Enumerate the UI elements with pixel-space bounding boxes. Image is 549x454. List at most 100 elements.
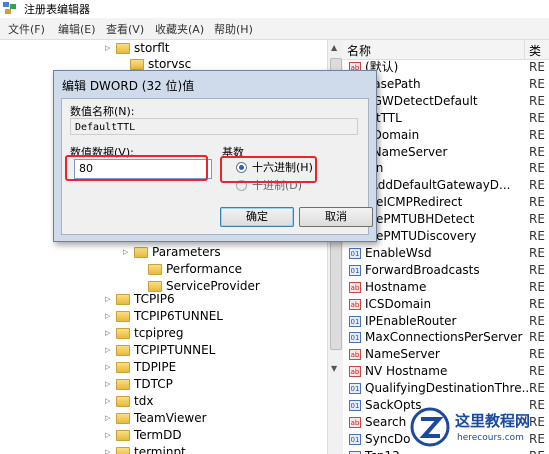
value-row[interactable]: 01tAddDefaultGatewayD...RE xyxy=(349,177,549,194)
expand-arrow-icon[interactable]: ▷ xyxy=(105,291,115,308)
value-row[interactable]: ab (默认) RE xyxy=(349,59,549,76)
value-name-field: DefaultTTL xyxy=(70,118,358,135)
binary-value-icon: 01 xyxy=(349,433,361,445)
value-row[interactable]: 01dGWDetectDefaultRE xyxy=(349,93,549,110)
value-row[interactable]: 01 ForwardBroadcasts RE xyxy=(349,262,549,279)
tree-item[interactable]: ▷ storflt xyxy=(105,40,170,57)
value-name: EnableWsd xyxy=(365,245,432,260)
value-name: IPEnableRouter xyxy=(365,313,457,328)
folder-icon xyxy=(116,379,130,390)
binary-value-icon: 01 xyxy=(349,332,361,344)
binary-value-icon: 01 xyxy=(349,315,361,327)
value-data-highlight-box xyxy=(65,155,208,181)
tree-item-label: TeamViewer xyxy=(134,411,207,425)
tree-item[interactable]: ▷ tdx xyxy=(105,393,153,410)
value-row[interactable]: ab NameServer RE xyxy=(349,346,549,363)
tree-item-label: storflt xyxy=(134,41,170,55)
expand-arrow-icon[interactable]: ▷ xyxy=(105,410,115,427)
string-value-icon: ab xyxy=(349,281,361,293)
watermark-text: 这里教程网 xyxy=(455,412,531,430)
value-row[interactable]: 01 MaxConnectionsPerServer RE xyxy=(349,329,549,346)
tree-item-label: TDTCP xyxy=(134,377,173,391)
menu-help[interactable]: 帮助(H) xyxy=(214,21,253,37)
value-row[interactable]: abpDomainRE xyxy=(349,127,549,144)
folder-icon xyxy=(116,311,130,322)
scroll-up-icon[interactable]: ▲ xyxy=(331,43,337,52)
string-value-icon: ab xyxy=(349,349,361,361)
tree-item-label: ServiceProvider xyxy=(166,279,260,293)
value-row[interactable]: 01blePMTUBHDetectRE xyxy=(349,211,549,228)
tree-item[interactable]: ▷ TDPIPE xyxy=(105,359,176,376)
binary-value-icon: 01 xyxy=(349,400,361,411)
tree-item-label: tcpipreg xyxy=(134,326,184,340)
value-row[interactable]: ab Hostname RE xyxy=(349,279,549,296)
expand-arrow-icon[interactable]: ▷ xyxy=(105,444,115,454)
tree-item[interactable]: Performance xyxy=(137,261,242,278)
tree-item[interactable]: ▷ Parameters xyxy=(123,244,221,261)
tree-item[interactable]: ▷ terminpt xyxy=(105,444,186,454)
scroll-down-icon[interactable]: ▼ xyxy=(331,364,337,373)
folder-icon xyxy=(116,345,130,356)
tree-item[interactable]: ▷ TDTCP xyxy=(105,376,173,393)
expand-arrow-icon[interactable]: ▷ xyxy=(105,359,115,376)
value-type: RE xyxy=(529,313,545,328)
tree-item-label: TDPIPE xyxy=(134,360,177,374)
value-row[interactable]: 01ultTTLRE xyxy=(349,110,549,127)
expand-arrow-icon[interactable]: ▷ xyxy=(105,342,115,359)
watermark: 这里教程网 herecours.com xyxy=(405,405,549,454)
value-row[interactable]: 01blePMTUDiscoveryRE xyxy=(349,228,549,245)
value-type: RE xyxy=(529,110,545,125)
binary-value-icon: 01 xyxy=(349,383,361,395)
tree-item[interactable]: ▷ TermDD xyxy=(105,427,182,444)
expand-arrow-icon[interactable]: ▷ xyxy=(105,427,115,444)
value-row[interactable]: ab NV Hostname RE xyxy=(349,363,549,380)
expand-arrow-icon[interactable]: ▷ xyxy=(105,376,115,393)
value-type: RE xyxy=(529,76,545,91)
ok-button[interactable]: 确定 xyxy=(220,207,294,227)
menu-edit[interactable]: 编辑(E) xyxy=(58,21,96,37)
expand-arrow-icon[interactable]: ▷ xyxy=(105,393,115,410)
value-name: dGWDetectDefault xyxy=(365,93,478,108)
regedit-app-icon xyxy=(3,2,16,14)
value-type: RE xyxy=(529,347,545,362)
value-type: RE xyxy=(529,127,545,142)
folder-icon xyxy=(116,396,130,407)
value-row[interactable]: abBasePathRE xyxy=(349,76,549,93)
expand-arrow-icon[interactable]: ▷ xyxy=(123,244,133,261)
value-type: RE xyxy=(529,330,545,345)
value-row[interactable]: 01bleICMPRedirectRE xyxy=(349,194,549,211)
value-name: QualifyingDestinationThre... xyxy=(365,381,534,396)
tree-item[interactable]: ▷ tcpipreg xyxy=(105,325,184,342)
cancel-button[interactable]: 取消 xyxy=(299,207,373,227)
binary-value-icon: 01 xyxy=(349,247,361,259)
value-type: RE xyxy=(529,60,545,74)
value-row[interactable]: 01 IPEnableRouter RE xyxy=(349,313,549,330)
menu-file[interactable]: 文件(F) xyxy=(8,21,45,37)
value-row[interactable]: 01 EnableWsd RE xyxy=(349,245,549,262)
value-name: tAddDefaultGatewayD... xyxy=(365,178,511,193)
column-header-name[interactable]: 名称 xyxy=(347,42,371,59)
value-row[interactable]: abainRE xyxy=(349,160,549,177)
value-name: NV Hostname xyxy=(365,364,448,379)
tree-item[interactable]: ▷ TCPIP6TUNNEL xyxy=(105,308,223,325)
folder-icon xyxy=(116,430,130,441)
tree-item[interactable]: ▷ TCPIPTUNNEL xyxy=(105,342,215,359)
menu-view[interactable]: 查看(V) xyxy=(106,21,144,37)
binary-value-icon: 01 xyxy=(349,264,361,276)
expand-arrow-icon[interactable]: ▷ xyxy=(105,325,115,342)
tree-item[interactable]: ▷ TeamViewer xyxy=(105,410,207,427)
folder-icon xyxy=(116,362,130,373)
column-header-type[interactable]: 类 xyxy=(529,42,541,59)
column-separator[interactable] xyxy=(524,40,525,59)
value-name: blePMTUDiscovery xyxy=(365,229,477,243)
tree-item[interactable]: ▷ TCPIP6 xyxy=(105,291,175,308)
value-type: RE xyxy=(529,279,545,294)
menu-favorites[interactable]: 收藏夹(A) xyxy=(155,21,204,37)
value-name: Search xyxy=(365,414,407,429)
value-row[interactable]: abpNameServerRE xyxy=(349,144,549,161)
value-row[interactable]: ab ICSDomain RE xyxy=(349,296,549,313)
expand-arrow-icon[interactable]: ▷ xyxy=(105,308,115,325)
value-row[interactable]: 01 QualifyingDestinationThre... RE xyxy=(349,380,549,397)
value-type: RE xyxy=(529,161,545,176)
expand-arrow-icon[interactable]: ▷ xyxy=(105,40,115,57)
